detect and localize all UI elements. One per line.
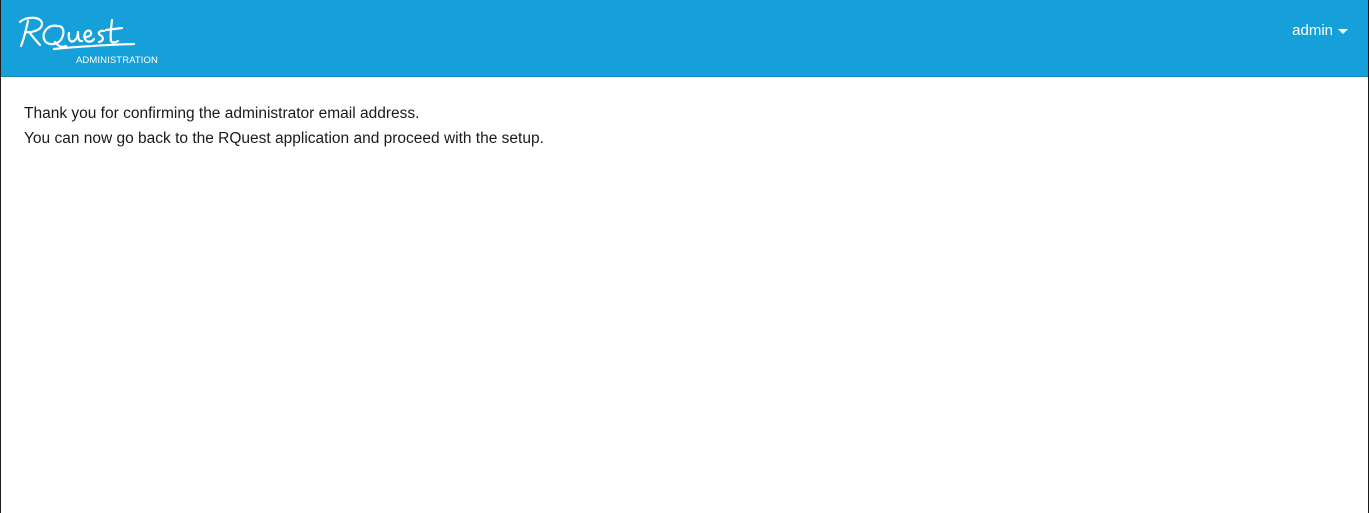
confirmation-message: Thank you for confirming the administrat…	[24, 105, 420, 122]
next-step-message: You can now go back to the RQuest applic…	[24, 130, 544, 147]
user-menu-label: admin	[1292, 22, 1333, 39]
caret-down-icon	[1338, 29, 1348, 34]
logo-subtitle: ADMINISTRATION	[76, 55, 158, 66]
top-navbar: ADMINISTRATION admin	[1, 0, 1368, 77]
page-frame: ADMINISTRATION admin Thank you for confi…	[0, 0, 1369, 513]
main-content: Thank you for confirming the administrat…	[24, 101, 544, 151]
rquest-logo[interactable]: ADMINISTRATION	[14, 12, 184, 66]
user-menu-dropdown[interactable]: admin	[1292, 22, 1348, 39]
